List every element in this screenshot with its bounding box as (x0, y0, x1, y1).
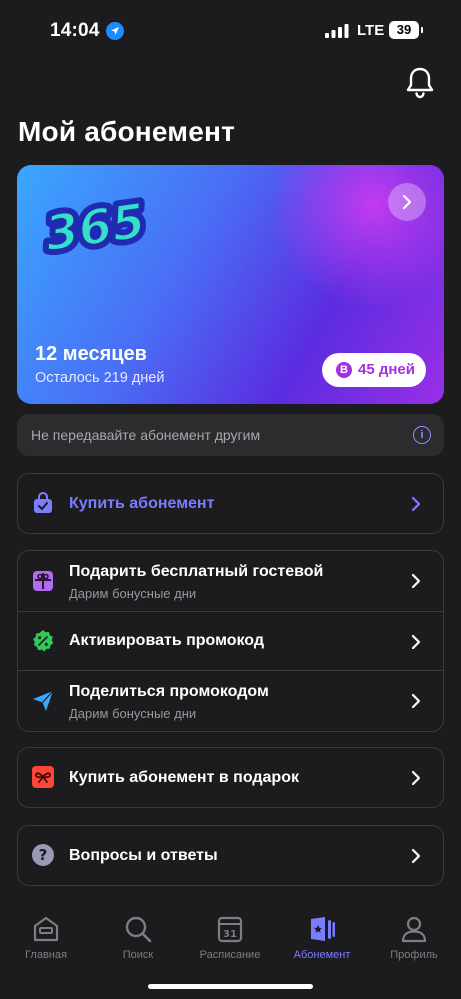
faq-group: ? Вопросы и ответы (17, 825, 444, 886)
gift-ribbon-icon (32, 766, 54, 788)
page-title: Мой абонемент (18, 116, 236, 147)
info-icon[interactable]: i (413, 426, 431, 444)
shopping-bag-icon (34, 491, 52, 513)
tab-membership-label: Абонемент (293, 949, 351, 961)
chevron-right-icon (411, 496, 421, 512)
battery-icon: 39 (389, 21, 419, 39)
calendar-icon: 31 (217, 916, 243, 943)
notifications-bell-icon[interactable] (404, 66, 436, 100)
membership-duration: 12 месяцев (35, 343, 147, 365)
discount-badge-icon (33, 630, 54, 652)
buy-gift-title: Купить абонемент в подарок (69, 769, 299, 786)
notice-banner: Не передавайте абонемент другим i (17, 414, 444, 456)
membership-remaining: Осталось 219 дней (35, 370, 165, 386)
status-bar: 14:04 LTE 39 (0, 0, 461, 60)
chevron-right-icon (411, 693, 421, 709)
gift-purchase-group: Купить абонемент в подарок (17, 747, 444, 808)
chevron-right-icon (411, 634, 421, 650)
chevron-right-icon (411, 770, 421, 786)
tab-search[interactable]: Поиск (92, 914, 184, 961)
battery-tip (421, 27, 423, 33)
tab-profile-label: Профиль (390, 949, 438, 961)
notice-text: Не передавайте абонемент другим (31, 427, 261, 443)
bonus-days-badge[interactable]: В 45 дней (322, 353, 426, 387)
home-icon (33, 916, 59, 942)
svg-text:31: 31 (223, 929, 237, 940)
tab-search-label: Поиск (122, 949, 154, 961)
membership-card-icon (311, 917, 335, 941)
question-circle-icon: ? (32, 844, 54, 866)
buy-membership-item[interactable]: Купить абонемент (18, 474, 443, 533)
tab-membership[interactable]: Абонемент (276, 914, 368, 961)
gift-guest-item[interactable]: Подарить бесплатный гостевой Дарим бонус… (18, 551, 443, 611)
gift-guest-title: Подарить бесплатный гостевой (69, 563, 324, 580)
buy-membership-label: Купить абонемент (69, 495, 215, 512)
faq-title: Вопросы и ответы (69, 847, 218, 864)
activate-promo-title: Активировать промокод (69, 632, 265, 649)
profile-icon (401, 916, 427, 943)
search-icon (125, 916, 152, 943)
chevron-right-icon (411, 848, 421, 864)
faq-item[interactable]: ? Вопросы и ответы (18, 826, 443, 885)
card-details-button[interactable] (388, 183, 426, 221)
svg-text:365: 365 (42, 193, 149, 262)
bonus-coin-icon: В (336, 362, 352, 378)
promo-group: Подарить бесплатный гостевой Дарим бонус… (17, 550, 444, 732)
membership-card[interactable]: 365 365 12 месяцев Осталось 219 дней В 4… (17, 165, 444, 404)
gift-icon (33, 571, 53, 591)
share-promo-item[interactable]: Поделиться промокодом Дарим бонусные дни (18, 670, 443, 731)
buy-group: Купить абонемент (17, 473, 444, 534)
gift-guest-subtitle: Дарим бонусные дни (69, 586, 197, 601)
tab-home-label: Главная (25, 949, 67, 961)
chevron-right-icon (411, 573, 421, 589)
tab-home[interactable]: Главная (0, 914, 92, 961)
logo-365: 365 365 (37, 188, 154, 267)
tab-schedule[interactable]: 31 Расписание (184, 914, 276, 961)
network-type: LTE (357, 22, 385, 39)
tab-schedule-label: Расписание (199, 949, 261, 961)
status-time: 14:04 (50, 20, 100, 41)
activate-promo-item[interactable]: Активировать промокод (18, 611, 443, 671)
share-promo-title: Поделиться промокодом (69, 683, 269, 700)
svg-text:?: ? (39, 846, 48, 864)
tab-profile[interactable]: Профиль (368, 914, 460, 961)
location-arrow-icon (106, 22, 124, 40)
bonus-days-text: 45 дней (358, 361, 415, 378)
buy-gift-item[interactable]: Купить абонемент в подарок (18, 748, 443, 807)
paper-plane-icon (33, 690, 54, 711)
home-indicator[interactable] (148, 984, 313, 989)
share-promo-subtitle: Дарим бонусные дни (69, 706, 197, 721)
chevron-right-icon (402, 194, 412, 210)
cellular-signal-icon (325, 24, 349, 38)
